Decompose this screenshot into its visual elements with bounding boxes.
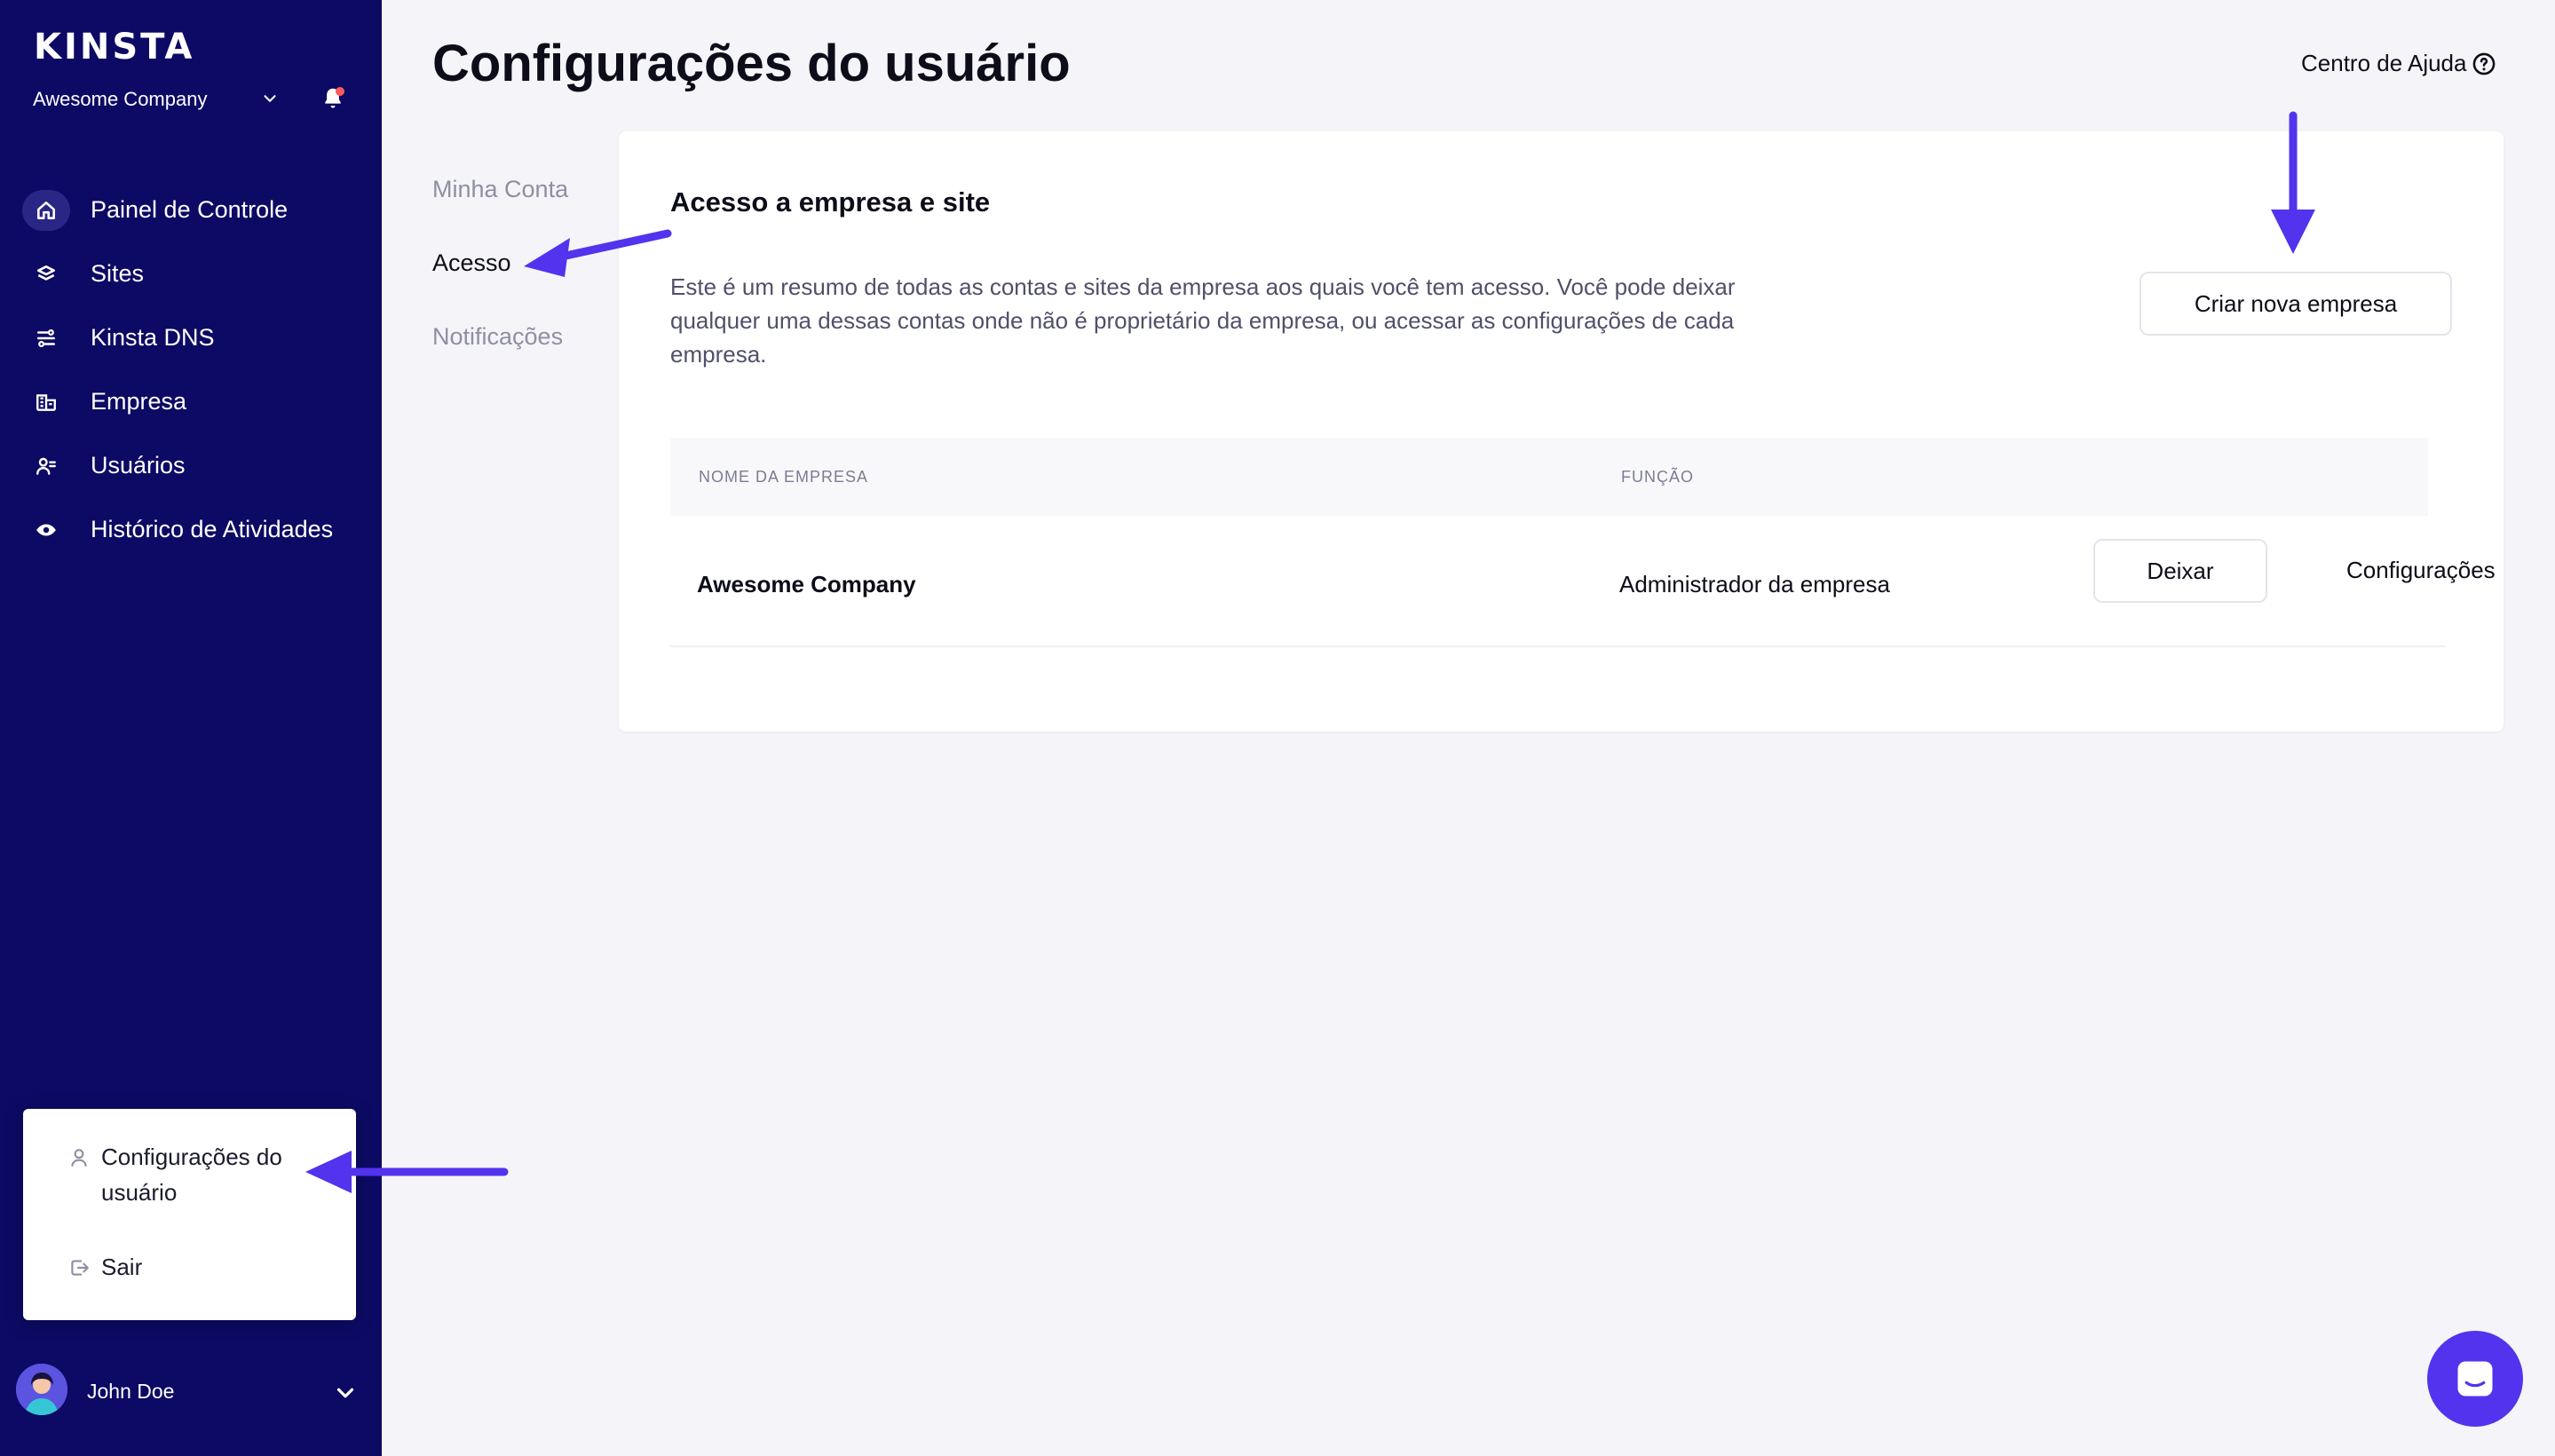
user-settings-menu-item[interactable]: Configurações do usuário	[67, 1139, 325, 1210]
sidebar: KINSTA Awesome Company Painel de Control…	[0, 0, 382, 1456]
logout-menu-item[interactable]: Sair	[67, 1249, 142, 1285]
company-name: Awesome Company	[33, 88, 208, 110]
subnav-notifications[interactable]: Notificações	[432, 323, 568, 397]
nav-item-dashboard[interactable]: Painel de Controle	[0, 178, 382, 241]
chevron-down-icon	[336, 1388, 354, 1398]
company-switcher[interactable]: Awesome Company	[33, 83, 281, 115]
dns-icon	[22, 318, 70, 359]
table-header: NOME DA EMPRESA FUNÇÃO	[670, 438, 2428, 516]
logout-label: Sair	[101, 1254, 143, 1280]
user-menu-popup: Configurações do usuário Sair	[23, 1109, 356, 1320]
notification-dot	[336, 87, 344, 96]
notifications-bell-icon[interactable]	[320, 85, 346, 112]
nav-item-sites[interactable]: Sites	[0, 241, 382, 305]
nav-label: Usuários	[91, 451, 186, 479]
user-menu-toggle[interactable]: John Doe	[0, 1358, 382, 1426]
company-settings-link[interactable]: Configurações	[2346, 557, 2496, 584]
nav-item-kinsta-dns[interactable]: Kinsta DNS	[0, 305, 382, 369]
building-icon	[22, 382, 70, 423]
nav-label: Histórico de Atividades	[91, 515, 334, 542]
home-icon	[22, 190, 70, 231]
leave-button[interactable]: Deixar	[2093, 539, 2267, 603]
access-card: Acesso a empresa e site Este é um resumo…	[619, 131, 2504, 732]
logout-icon	[71, 1260, 89, 1276]
main-nav: Painel de Controle Sites Kinsta DNS Empr…	[0, 178, 382, 561]
question-circle-icon	[2473, 52, 2496, 75]
role-cell: Administrador da empresa	[1619, 571, 1890, 597]
company-cell: Awesome Company	[697, 571, 916, 597]
user-name: John Doe	[87, 1380, 175, 1403]
user-settings-label: Configurações do usuário	[101, 1143, 282, 1206]
users-icon	[22, 446, 70, 487]
help-center-link[interactable]: Centro de Ajuda	[2301, 50, 2496, 77]
kinsta-logo[interactable]: KINSTA	[34, 27, 194, 67]
nav-item-activity-log[interactable]: Histórico de Atividades	[0, 497, 382, 561]
column-header-role: FUNÇÃO	[1621, 468, 1694, 486]
user-icon	[71, 1149, 87, 1167]
chat-launcher-button[interactable]	[2427, 1331, 2523, 1427]
chat-icon	[2457, 1361, 2493, 1397]
nav-item-company[interactable]: Empresa	[0, 369, 382, 433]
avatar	[16, 1364, 67, 1415]
create-company-button[interactable]: Criar nova empresa	[2140, 272, 2452, 336]
nav-item-users[interactable]: Usuários	[0, 433, 382, 497]
card-description: Este é um resumo de todas as contas e si…	[670, 273, 1736, 368]
nav-label: Painel de Controle	[91, 195, 289, 223]
subnav-access[interactable]: Acesso	[432, 249, 568, 323]
page-title: Configurações do usuário	[432, 35, 1071, 92]
chevron-down-icon	[264, 95, 276, 102]
help-center-label: Centro de Ajuda	[2301, 50, 2467, 76]
card-title: Acesso a empresa e site	[670, 186, 991, 218]
nav-label: Empresa	[91, 387, 187, 415]
column-header-company: NOME DA EMPRESA	[699, 468, 869, 486]
subnav-my-account[interactable]: Minha Conta	[432, 176, 568, 249]
layers-icon	[22, 254, 70, 295]
nav-label: Sites	[91, 259, 145, 287]
settings-subnav: Minha Conta Acesso Notificações	[432, 176, 568, 397]
nav-label: Kinsta DNS	[91, 323, 215, 351]
table-row: Awesome Company Administrador da empresa…	[670, 516, 2496, 647]
eye-icon	[22, 510, 70, 550]
